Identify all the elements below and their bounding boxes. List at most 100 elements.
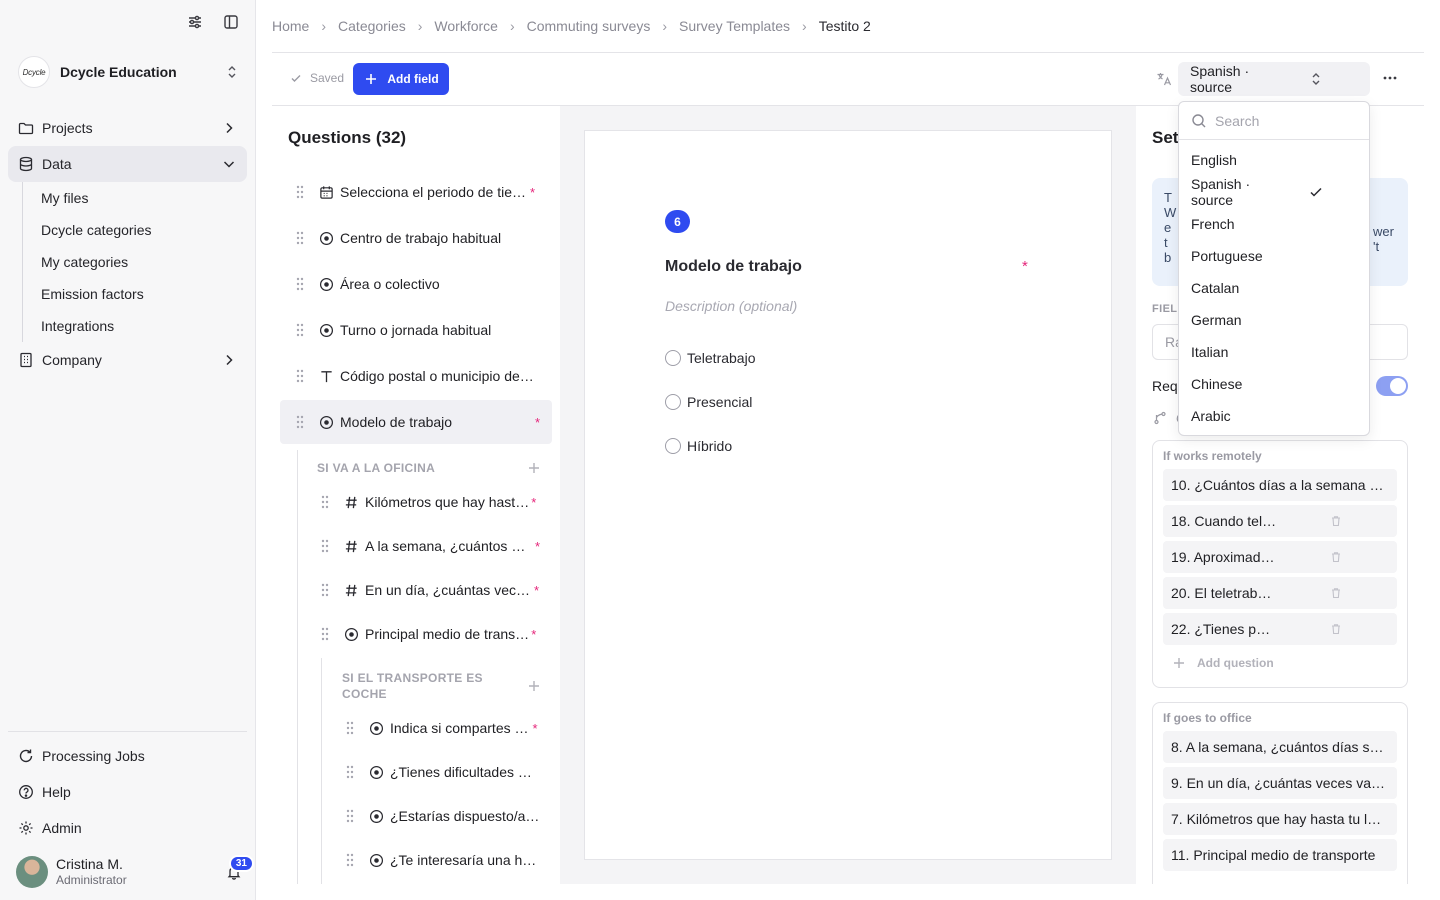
sidebar-item-company[interactable]: Company (8, 342, 247, 378)
language-option[interactable]: Chinese (1179, 368, 1369, 400)
question-item[interactable]: A la semana, ¿cuántos d… * (317, 524, 540, 568)
info-line: t (1164, 235, 1168, 250)
drag-handle-icon[interactable] (317, 582, 333, 598)
language-select[interactable]: Spanish · source (1178, 62, 1370, 96)
drag-handle-icon[interactable] (317, 626, 333, 642)
question-item[interactable]: Centro de trabajo habitual (292, 216, 540, 260)
condition-question[interactable]: 11. Principal medio de transporte (1163, 839, 1397, 871)
breadcrumb-categories[interactable]: Categories (338, 18, 406, 34)
chevron-down-icon (221, 156, 237, 172)
answer-option-label: Teletrabajo (687, 350, 756, 366)
plus-icon[interactable] (526, 460, 542, 476)
drag-handle-icon[interactable] (292, 368, 308, 384)
question-description-input[interactable]: Description (optional) (665, 298, 797, 314)
condition-question-text: 7. Kilómetros que hay hasta tu l… (1171, 811, 1382, 827)
question-item[interactable]: Indica si compartes … * (342, 706, 540, 750)
sliders-icon[interactable] (187, 14, 203, 30)
add-question-button[interactable]: Add question (1163, 649, 1397, 677)
language-option[interactable]: German (1179, 304, 1369, 336)
trash-icon[interactable] (1283, 621, 1389, 637)
question-item[interactable]: Código postal o municipio de… (292, 354, 540, 398)
sidebar-subitem-dcycle-categories[interactable]: Dcycle categories (41, 214, 247, 246)
drag-handle-icon[interactable] (317, 494, 333, 510)
radio-choice-icon (318, 230, 334, 246)
condition-question[interactable]: 9. En un día, ¿cuántas veces va… (1163, 767, 1397, 799)
radio-button[interactable] (665, 350, 681, 366)
sidebar-subitem-emission-factors[interactable]: Emission factors (41, 278, 247, 310)
trash-icon[interactable] (1283, 585, 1389, 601)
language-option-selected[interactable]: Spanish · source (1179, 176, 1369, 208)
answer-option[interactable]: Teletrabajo (665, 350, 756, 366)
question-item[interactable]: En un día, ¿cuántas vec… * (317, 568, 540, 612)
add-field-button[interactable]: Add field (353, 63, 449, 95)
question-item[interactable]: Área o colectivo (292, 262, 540, 306)
condition-question[interactable]: 10. ¿Cuántos días a la semana … (1163, 469, 1397, 501)
sidebar-subitem-my-categories[interactable]: My categories (41, 246, 247, 278)
condition-question[interactable]: 22. ¿Tienes posibilidad de t… (1163, 613, 1397, 645)
drag-handle-icon[interactable] (292, 322, 308, 338)
group-title: SI EL TRANSPORTE ES COCHE (342, 670, 483, 702)
plus-icon[interactable] (526, 678, 542, 694)
condition-question[interactable]: 19. Aproximadamente, ¿cuá… (1163, 541, 1397, 573)
condition-question[interactable]: 20. El teletrabajo que realiz… (1163, 577, 1397, 609)
drag-handle-icon[interactable] (342, 764, 358, 780)
sidebar-item-processing-jobs[interactable]: Processing Jobs (8, 738, 247, 774)
drag-handle-icon[interactable] (292, 184, 308, 200)
radio-button[interactable] (665, 438, 681, 454)
question-item[interactable]: ¿Te interesaría una h… (342, 838, 540, 882)
drag-handle-icon[interactable] (342, 852, 358, 868)
sidebar-subitem-integrations[interactable]: Integrations (41, 310, 247, 342)
chevron-right-icon: › (321, 18, 327, 34)
drag-handle-icon[interactable] (342, 720, 358, 736)
question-text: ¿Tienes dificultades … (390, 764, 532, 780)
language-option[interactable]: Catalan (1179, 272, 1369, 304)
question-item[interactable]: Kilómetros que hay hast… * (317, 480, 540, 524)
condition-question[interactable]: 8. A la semana, ¿cuántos días s… (1163, 731, 1397, 763)
sidebar-item-projects[interactable]: Projects (8, 110, 247, 146)
sidebar-item-data[interactable]: Data (8, 146, 247, 182)
sidebar-item-admin[interactable]: Admin (8, 810, 247, 846)
field-label: FIEL (1152, 303, 1178, 315)
condition-question[interactable]: 18. Cuando teletrabajas, no… (1163, 505, 1397, 537)
breadcrumb-survey-templates[interactable]: Survey Templates (679, 18, 790, 34)
question-item[interactable]: Selecciona el periodo de tie… * (292, 170, 540, 214)
condition-question[interactable]: 7. Kilómetros que hay hasta tu l… (1163, 803, 1397, 835)
sidebar-item-label: Company (42, 352, 102, 368)
drag-handle-icon[interactable] (292, 230, 308, 246)
breadcrumb-commuting-surveys[interactable]: Commuting surveys (527, 18, 651, 34)
sidebar-item-help[interactable]: Help (8, 774, 247, 810)
breadcrumb-workforce[interactable]: Workforce (434, 18, 498, 34)
question-title-input[interactable]: Modelo de trabajo (665, 258, 802, 276)
answer-option[interactable]: Presencial (665, 394, 752, 410)
bell-icon[interactable]: 31 (226, 855, 254, 880)
question-item[interactable]: ¿Estarías dispuesto/a… (342, 794, 540, 838)
drag-handle-icon[interactable] (292, 276, 308, 292)
user-profile[interactable]: Cristina M. Administrator 31 (16, 854, 254, 890)
trash-icon[interactable] (1283, 513, 1389, 529)
trash-icon[interactable] (1283, 549, 1389, 565)
radio-button[interactable] (665, 394, 681, 410)
language-search-input[interactable] (1215, 112, 1355, 129)
question-item[interactable]: ¿Tienes dificultades … (342, 750, 540, 794)
required-toggle[interactable] (1376, 376, 1408, 396)
language-option-label: French (1191, 216, 1235, 232)
sidebar-toggle-icon[interactable] (223, 14, 239, 30)
language-option[interactable]: Italian (1179, 336, 1369, 368)
drag-handle-icon[interactable] (292, 414, 308, 430)
sidebar-subitem-my-files[interactable]: My files (41, 182, 247, 214)
question-item[interactable]: Turno o jornada habitual (292, 308, 540, 352)
required-mark: * (530, 184, 536, 200)
organization-switcher[interactable]: Dcycle Dcycle Education (18, 56, 240, 88)
required-mark: * (534, 414, 540, 430)
question-item-selected[interactable]: Modelo de trabajo * (280, 400, 552, 444)
language-option[interactable]: Portuguese (1179, 240, 1369, 272)
drag-handle-icon[interactable] (342, 808, 358, 824)
drag-handle-icon[interactable] (317, 538, 333, 554)
language-option[interactable]: English (1179, 144, 1369, 176)
more-horizontal-icon[interactable] (1382, 70, 1398, 86)
language-option[interactable]: French (1179, 208, 1369, 240)
language-option[interactable]: Arabic (1179, 400, 1369, 432)
answer-option[interactable]: Híbrido (665, 438, 732, 454)
question-item[interactable]: Principal medio de trans… * (317, 612, 540, 656)
breadcrumb-home[interactable]: Home (272, 18, 309, 34)
